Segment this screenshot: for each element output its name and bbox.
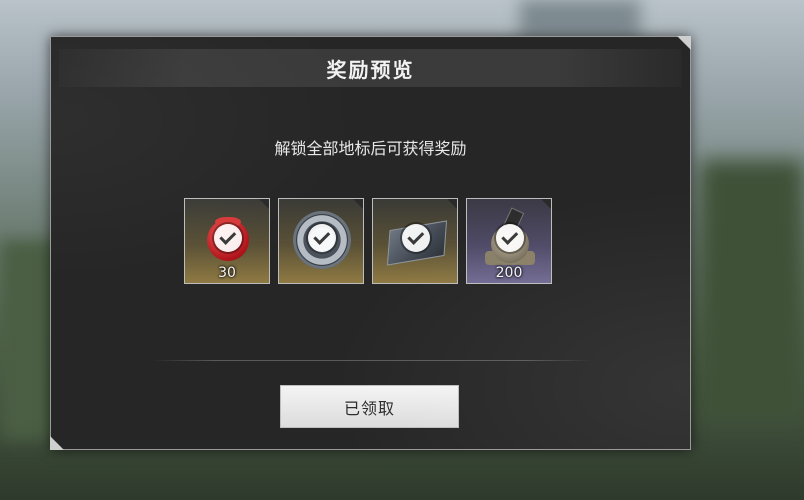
reward-quantity: 30 <box>218 265 236 281</box>
background-foliage-right <box>700 160 804 420</box>
dialog-title-bar: 奖励预览 <box>59 49 682 87</box>
reward-list: 30 200 <box>184 198 552 284</box>
reward-item-ticket[interactable] <box>372 198 458 284</box>
tile-notch <box>541 199 551 209</box>
claimed-check-icon <box>402 224 430 252</box>
claimed-button[interactable]: 已领取 <box>280 385 459 428</box>
reward-condition-text: 解锁全部地标后可获得奖励 <box>274 139 467 158</box>
reward-preview-dialog: 奖励预览 解锁全部地标后可获得奖励 30 200 已领取 <box>50 36 691 450</box>
reward-item-red-token[interactable]: 30 <box>184 198 270 284</box>
claimed-check-icon <box>308 224 336 252</box>
background-structure <box>520 0 640 40</box>
divider <box>151 360 592 361</box>
reward-quantity: 200 <box>495 265 523 281</box>
dialog-title: 奖励预览 <box>326 57 415 82</box>
tile-notch <box>447 199 457 209</box>
reward-item-gear-disc[interactable] <box>278 198 364 284</box>
tile-notch <box>353 199 363 209</box>
claimed-check-icon <box>496 224 524 252</box>
corner-accent-icon <box>50 436 64 450</box>
tile-notch <box>259 199 269 209</box>
claimed-check-icon <box>214 224 242 252</box>
corner-accent-icon <box>677 36 691 50</box>
reward-item-medal[interactable]: 200 <box>466 198 552 284</box>
